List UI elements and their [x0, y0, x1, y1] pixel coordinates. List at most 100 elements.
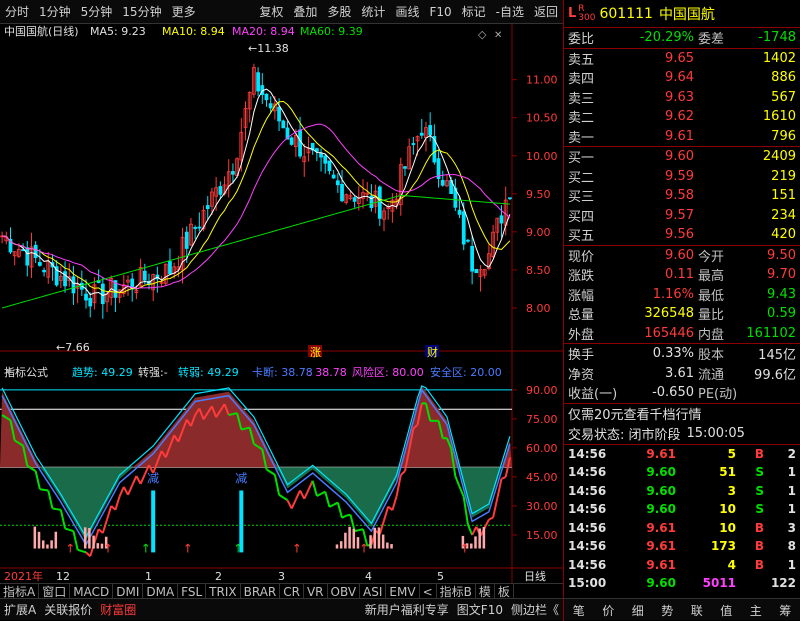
side-btn-6[interactable]: 主 [746, 602, 766, 619]
toolbar-right-btn-1[interactable]: 叠加 [288, 0, 322, 24]
candle-body [419, 132, 424, 136]
stat2-label: 净资 [568, 367, 595, 383]
event-zhang[interactable]: 涨 [310, 346, 321, 359]
ind-yaxis-tick: 15.00 [526, 529, 558, 542]
ind-risk: 风险区: 80.00 [352, 365, 424, 379]
dropdown-icon[interactable]: ▾ [6, 365, 12, 378]
stat2-label: 收益(一) [568, 387, 618, 403]
sell-book: 卖五 9.65 1402 卖四 9.64 886 卖三 9.63 567 卖二 9.62 1610 卖一… [564, 49, 800, 147]
tick-row: 14:56 9.61 173 B 8 [564, 537, 800, 556]
candle-body [264, 93, 269, 101]
buy-price: 9.57 [665, 207, 694, 223]
buy-book: 买一 9.60 2409 买二 9.59 219 买三 9.58 151 买四 9.57 234 买五 9… [564, 147, 800, 245]
sell-vol: 1402 [762, 50, 796, 66]
ind-bar [37, 531, 41, 549]
stat-row: 涨跌 0.11 最高 9.70 [564, 265, 800, 285]
yaxis-tick: 9.00 [526, 226, 551, 239]
kline-chart[interactable]: 11.00 10.50 10.00 9.50 9.00 8.50 8.00 中国国航(日线) M… [0, 24, 563, 583]
candle-body [440, 179, 445, 186]
bottom-item-1[interactable]: 关联报价 [40, 601, 96, 618]
candle-body [168, 261, 172, 275]
toolbar-right-btn-0[interactable]: 复权 [254, 0, 288, 24]
close-icon[interactable]: ✕ [494, 30, 502, 41]
sell-vol: 886 [771, 70, 796, 86]
toolbar-right-btn-2[interactable]: 多股 [322, 0, 356, 24]
yaxis-tick: 8.50 [526, 264, 551, 277]
stats-block: 现价 9.60 今开 9.50 涨跌 0.11 最高 9.70 涨幅 1.16% 最低 9.43 总量 3… [564, 246, 800, 344]
side-btn-2[interactable]: 细 [628, 602, 648, 619]
sell-label: 卖四 [568, 72, 595, 88]
tick-price: 9.61 [646, 520, 676, 535]
toolbar-btn-1[interactable]: 1分钟 [34, 0, 76, 24]
buy-row: 买二 9.59 219 [564, 167, 800, 187]
candle-body [457, 209, 462, 215]
toolbar-right-btn-5[interactable]: F10 [424, 0, 456, 24]
tick-price: 9.60 [646, 465, 676, 480]
quote-panel: L R 300 601111 中国国航 委比 -20.29% 委差 -1748 … [563, 0, 800, 598]
ind-yaxis-tick: 45.00 [526, 471, 558, 484]
signal-seg [39, 488, 45, 491]
webi-row: 委比 -20.29% 委差 -1748 [564, 28, 800, 48]
side-btn-4[interactable]: 联 [687, 602, 707, 619]
side-btn-7[interactable]: 筹 [775, 602, 795, 619]
toolbar-btn-0[interactable]: 分时 [0, 0, 34, 24]
buy-label: 买四 [568, 209, 595, 225]
ind-bar [41, 540, 45, 549]
stat-row: 总量 326548 量比 0.59 [564, 304, 800, 324]
buy-price: 9.58 [665, 188, 694, 204]
stat2-label2: 股本 [698, 348, 725, 364]
candle-body [470, 245, 474, 272]
toolbar-btn-2[interactable]: 5分钟 [76, 0, 118, 24]
stat-label2: 最低 [698, 288, 725, 304]
ind-bar [344, 532, 347, 549]
bottom-item-0[interactable]: 扩展A [0, 601, 40, 618]
bottom-right-0[interactable]: 新用户福利专享 [361, 601, 453, 618]
toolbar-right-btn-4[interactable]: 画线 [390, 0, 424, 24]
toolbar-btn-4[interactable]: 更多 [167, 0, 201, 24]
stat-label2: 量比 [698, 308, 725, 324]
tick-vol: 173 [710, 539, 736, 554]
stat-value: 9.60 [665, 247, 694, 263]
ind-bar [54, 531, 58, 549]
candle-body [466, 239, 470, 242]
reduce-label: 减 [235, 472, 247, 486]
promo-text[interactable]: 仅需20元查看千档行情 [568, 404, 702, 423]
buy-label: 买一 [568, 151, 595, 167]
high-marker: ←11.38 [248, 42, 289, 55]
bottom-right-2[interactable]: 侧边栏《 [507, 601, 563, 618]
signal-seg [77, 548, 83, 553]
stat-value2: 9.50 [767, 247, 796, 263]
buy-price: 9.59 [665, 168, 694, 184]
side-btn-5[interactable]: 值 [716, 602, 736, 619]
ind-yaxis-tick: 75.00 [526, 413, 558, 426]
tick-list: 14:56 9.61 5 B 2 14:56 9.60 51 S 1 14:56 9.60 3 S 1 14:… [564, 445, 800, 593]
sell-price: 9.65 [665, 50, 694, 66]
bottom-right-1[interactable]: 图文F10 [453, 601, 507, 618]
period-label[interactable]: 日线 [524, 569, 546, 583]
toolbar-right-btn-7[interactable]: -自选 [491, 0, 529, 24]
side-btn-0[interactable]: 笔 [569, 602, 589, 619]
candle-body [289, 137, 294, 145]
ind-yaxis-tick: 60.00 [526, 442, 558, 455]
promo-row[interactable]: 仅需20元查看千档行情 [564, 404, 800, 424]
bottom-item-2[interactable]: 财富圈 [96, 601, 140, 618]
event-cai[interactable]: 财 [427, 345, 438, 359]
stat2-value: -0.650 [652, 385, 694, 401]
ind-bar [352, 528, 356, 549]
stat-value: 165446 [644, 325, 694, 341]
chart-area[interactable]: 11.00 10.50 10.00 9.50 9.00 8.50 8.00 中国国航(日线) M… [0, 24, 563, 598]
diamond-icon[interactable]: ◇ [478, 28, 487, 41]
stat2-row: 收益(一) -0.650 PE(动) [564, 383, 800, 403]
toolbar-right-btn-3[interactable]: 统计 [356, 0, 390, 24]
stat2-label: 换手 [568, 348, 595, 364]
ma10-label: MA10: 8.94 [162, 25, 225, 38]
toolbar-btn-3[interactable]: 15分钟 [117, 0, 166, 24]
stat-label2: 今开 [698, 249, 725, 265]
toolbar-right-btn-8[interactable]: 返回 [529, 0, 563, 24]
side-btn-1[interactable]: 价 [598, 602, 618, 619]
stat-value2: 161102 [746, 325, 796, 341]
stat2-row: 净资 3.61 流通 99.6亿 [564, 364, 800, 384]
toolbar-right-btn-6[interactable]: 标记 [457, 0, 491, 24]
tick-price: 9.61 [646, 446, 676, 461]
side-btn-3[interactable]: 势 [657, 602, 677, 619]
